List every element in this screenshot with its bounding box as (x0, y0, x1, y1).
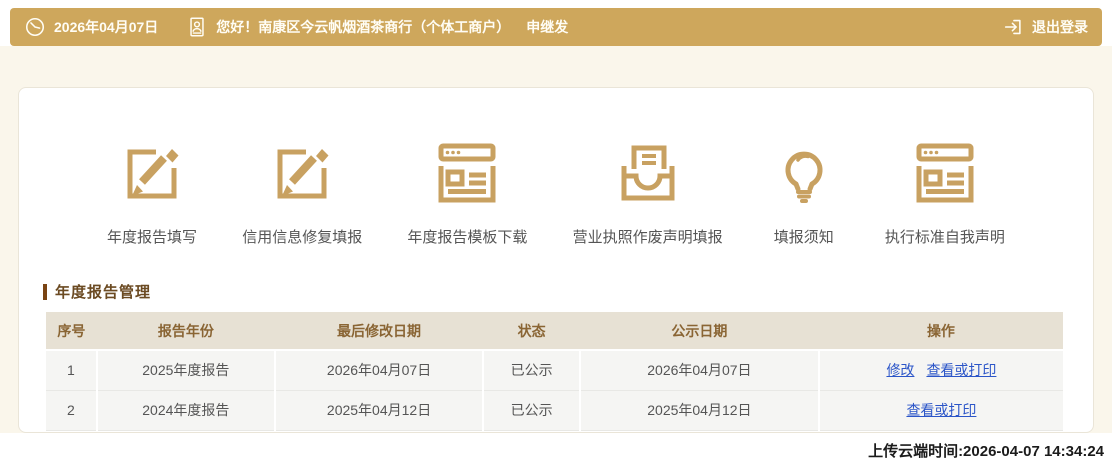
report-year-cell: 2024年度报告 (96, 389, 276, 431)
annual-report-table: 序号 报告年份 最后修改日期 状态 公示日期 操作 1 2025年度报告 2026年… (46, 312, 1063, 431)
shortcut-label: 年度报告填写 (107, 229, 198, 246)
table-row: 1 2025年度报告 2026年04月07日 已公示 2026年04月07日 修改 查看或打… (46, 349, 1063, 391)
top-white-strip (0, 0, 1112, 8)
main-card: 年度报告填写 信用信息修复填报 年度报告模板下载 营业执照作废声明填报 填报须知… (18, 87, 1094, 433)
table-header-row: 序号 报告年份 最后修改日期 状态 公示日期 操作 (46, 312, 1063, 351)
shortcut-label: 信用信息修复填报 (242, 229, 363, 246)
webpage-declaration-icon (909, 136, 981, 210)
report-year-cell: 2025年度报告 (96, 349, 276, 391)
webpage-template-icon (431, 136, 503, 210)
header-index: 序号 (46, 312, 97, 351)
published-date-cell: 2025年04月12日 (579, 389, 820, 431)
header-actions: 操作 (818, 312, 1063, 351)
shortcut-label: 执行标准自我声明 (884, 229, 1005, 246)
actions-cell: 修改 查看或打印 (818, 349, 1063, 391)
logout-label: 退出登录 (1032, 19, 1088, 35)
action-link[interactable]: 查看或打印 (926, 362, 996, 378)
published-date-cell: 2026年04月07日 (579, 349, 820, 391)
lightbulb-icon (768, 136, 840, 210)
status-cell: 已公示 (483, 349, 581, 391)
topbar: 2026年04月07日 您好！南康区今云帆烟酒茶商行（个体工商户） 申继发 退出… (10, 8, 1102, 46)
id-card-person-icon (186, 16, 208, 38)
section-title-bar (43, 283, 47, 300)
page-background: 年度报告填写 信用信息修复填报 年度报告模板下载 营业执照作废声明填报 填报须知… (0, 46, 1112, 433)
shortcut-filling-notice[interactable]: 填报须知 (768, 136, 840, 247)
actions-cell: 查看或打印 (818, 389, 1063, 431)
logout-button[interactable]: 退出登录 (1002, 16, 1088, 38)
footer: 上传云端时间:2026-04-07 14:34:24 (0, 433, 1112, 468)
header-published-date: 公示日期 (579, 312, 819, 351)
action-link[interactable]: 修改 (886, 362, 914, 378)
section-title: 年度报告管理 (43, 281, 1093, 302)
shortcut-license-cancel-declare[interactable]: 营业执照作废声明填报 (573, 136, 723, 247)
operator-name: 申继发 (526, 19, 569, 35)
action-link[interactable]: 查看或打印 (906, 402, 976, 418)
shortcut-credit-repair[interactable]: 信用信息修复填报 (242, 136, 362, 247)
row-index: 2 (46, 389, 98, 431)
report-table-body: 1 2025年度报告 2026年04月07日 已公示 2026年04月07日 修改 查看或打… (46, 349, 1063, 431)
modified-date-cell: 2026年04月07日 (274, 349, 485, 391)
shortcut-label: 填报须知 (773, 229, 834, 246)
table-row: 2 2024年度报告 2025年04月12日 已公示 2025年04月12日 查看或打印 (46, 389, 1063, 431)
shortcut-template-download[interactable]: 年度报告模板下载 (407, 136, 527, 247)
header-report-year: 报告年份 (96, 312, 275, 351)
current-date: 2026年04月07日 (54, 19, 159, 35)
inbox-document-icon (612, 136, 684, 210)
logout-icon (1002, 16, 1024, 38)
shortcut-row: 年度报告填写 信用信息修复填报 年度报告模板下载 营业执照作废声明填报 填报须知… (19, 136, 1093, 247)
pencil-square-icon (266, 136, 338, 210)
shortcut-annual-report-fill[interactable]: 年度报告填写 (107, 136, 197, 247)
header-modified-date: 最后修改日期 (274, 312, 484, 351)
modified-date-cell: 2025年04月12日 (274, 389, 485, 431)
pencil-square-icon (116, 136, 188, 210)
section-title-text: 年度报告管理 (55, 284, 152, 301)
row-index: 1 (46, 349, 98, 391)
user-group: 您好！南康区今云帆烟酒茶商行（个体工商户） 申继发 (186, 16, 568, 38)
upload-time-text: 上传云端时间:2026-04-07 14:34:24 (868, 443, 1104, 460)
clock-icon (24, 16, 46, 38)
shortcut-standard-self-declaration[interactable]: 执行标准自我声明 (885, 136, 1005, 247)
date-group: 2026年04月07日 (24, 16, 158, 38)
shortcut-label: 年度报告模板下载 (407, 229, 528, 246)
user-greeting: 您好！南康区今云帆烟酒茶商行（个体工商户） (216, 19, 511, 35)
status-cell: 已公示 (483, 389, 581, 431)
header-status: 状态 (483, 312, 580, 351)
shortcut-label: 营业执照作废声明填报 (572, 229, 723, 246)
